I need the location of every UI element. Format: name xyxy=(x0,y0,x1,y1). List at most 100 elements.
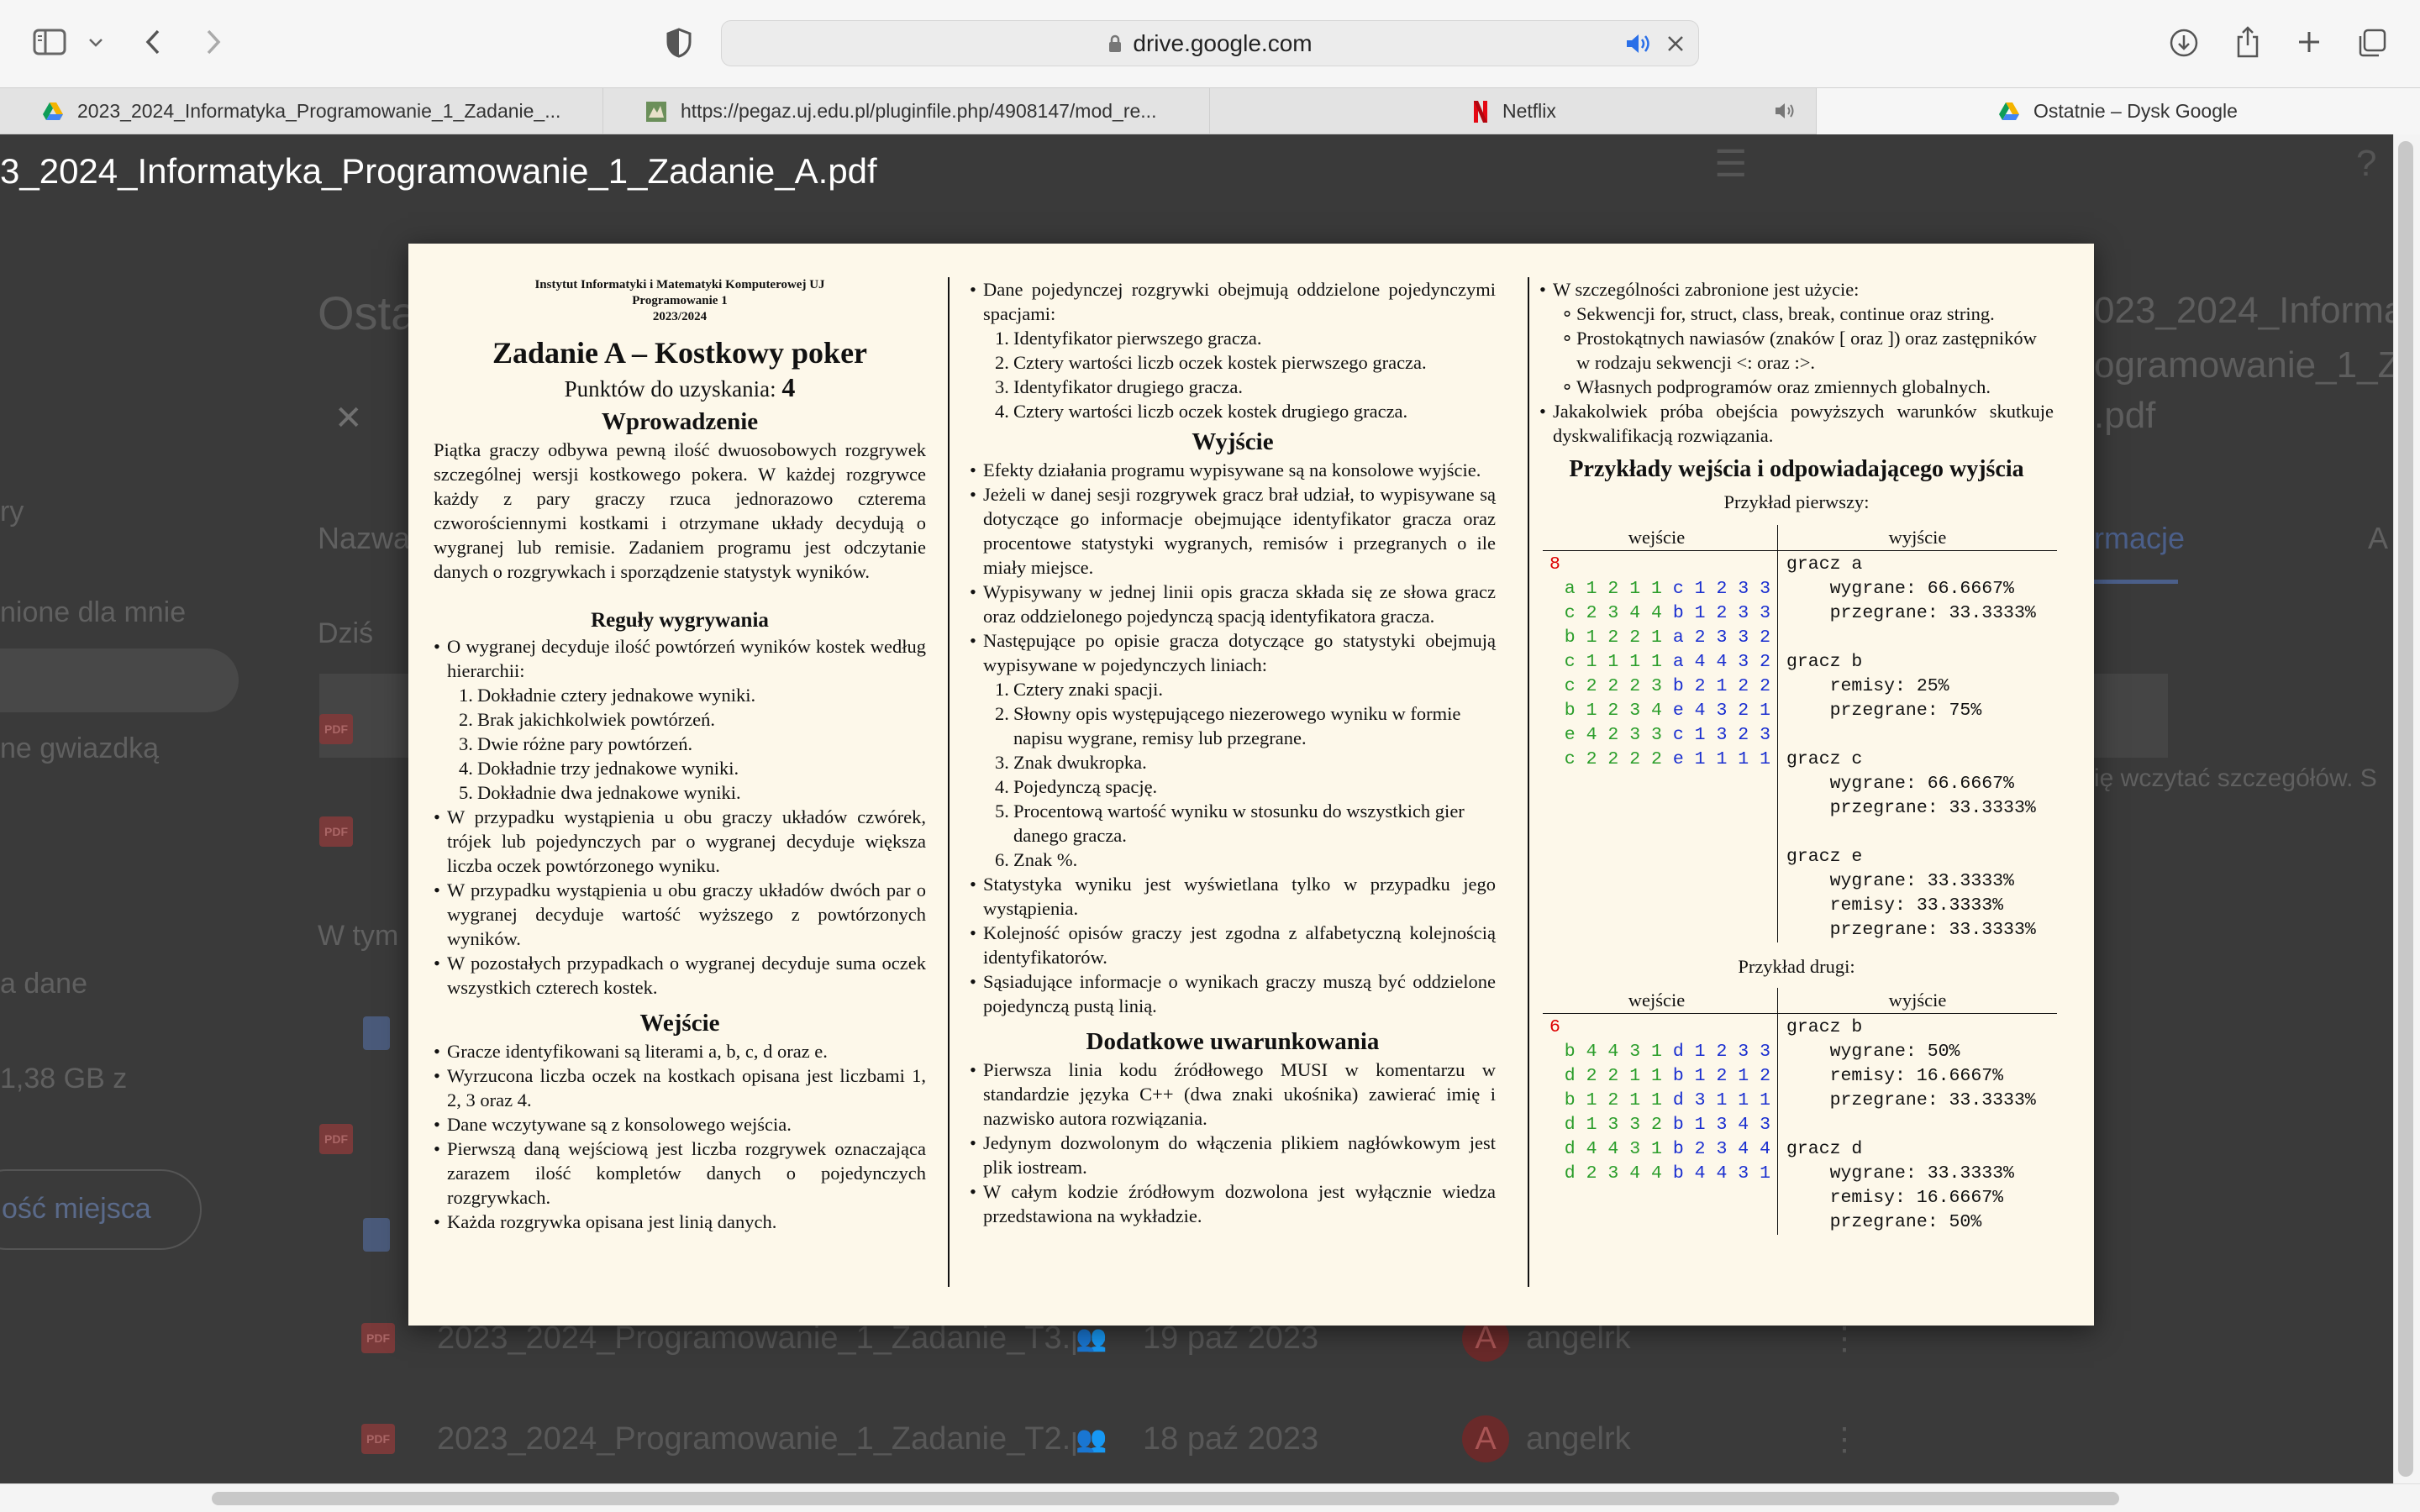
hier-item: 3. Dwie różne pary powtórzeń. xyxy=(459,733,693,754)
tab-netflix[interactable]: Netflix xyxy=(1210,88,1817,134)
additional-heading: Dodatkowe uwarunkowania xyxy=(1086,1028,1380,1055)
privacy-shield-icon[interactable] xyxy=(662,25,696,60)
help-icon[interactable]: ? xyxy=(2356,143,2376,185)
input-item: Każda rozgrywka opisana jest linią danyc… xyxy=(434,1210,926,1234)
pdf-file-icon: PDF xyxy=(361,1323,395,1353)
vertical-scroll-thumb[interactable] xyxy=(2398,141,2413,1477)
audio-playing-icon[interactable] xyxy=(1624,31,1653,56)
points-label: Punktów do uzyskania: xyxy=(564,376,776,402)
rules-heading: Reguły wygrywania xyxy=(591,609,769,632)
new-tab-icon[interactable] xyxy=(2292,25,2326,59)
filter-icon[interactable]: ☰ xyxy=(1714,143,1747,186)
sidebar-item-1[interactable]: ry xyxy=(0,496,24,528)
hier-item: 1. Dokładnie cztery jednakowe wyniki. xyxy=(459,685,756,706)
share-icon[interactable] xyxy=(2230,24,2265,60)
game-data-item: 1. Identyfikator pierwszego gracza. xyxy=(995,328,1262,349)
input-item: Wyrzucona liczba oczek na kostkach opisa… xyxy=(434,1063,926,1112)
output-item: Wypisywany w jednej linii opis gracza sk… xyxy=(970,580,1496,628)
get-storage-button[interactable]: ość miejsca xyxy=(0,1169,202,1250)
pdf-file-icon: PDF xyxy=(361,1424,395,1454)
tab-activity[interactable]: A xyxy=(2368,521,2388,556)
chevron-down-icon[interactable] xyxy=(84,30,108,55)
input-heading: Wejście xyxy=(639,1010,720,1037)
address-bar[interactable]: drive.google.com xyxy=(721,20,1699,66)
example-output: gracz a wygrane: 66.6667% przegrane: 33.… xyxy=(1786,554,2036,940)
speaker-icon[interactable] xyxy=(1774,101,1797,121)
pdf-file-icon: PDF xyxy=(319,714,353,744)
input-item: Gracze identyfikowani są literami a, b, … xyxy=(434,1039,926,1063)
sidebar-item-starred[interactable]: ne gwiazdką xyxy=(0,732,159,765)
forbidden-item: Własnych podprogramów oraz zmiennych glo… xyxy=(1539,375,2054,399)
column-output-header: wyjście xyxy=(1888,990,1947,1011)
examples-heading: Przykłady wejścia i odpowiadającego wyjś… xyxy=(1569,456,2024,482)
example-input-line: d 4 4 3 1 b 2 3 4 4 xyxy=(1564,1139,1770,1159)
output-item: Sąsiadujące informacje o wynikach graczy… xyxy=(970,969,1496,1018)
shared-icon: 👥 xyxy=(1076,1425,1107,1453)
pdf-file-icon: PDF xyxy=(319,1124,353,1154)
example-input-line: c 2 3 4 4 b 1 2 3 3 xyxy=(1564,603,1770,623)
tab-overview-icon[interactable] xyxy=(2354,25,2390,60)
lock-icon xyxy=(1109,34,1122,52)
sidebar-toggle-icon[interactable] xyxy=(30,25,69,59)
sidebar-item-active[interactable] xyxy=(0,648,239,712)
example-input-line: b 1 2 3 4 e 4 3 2 1 xyxy=(1564,701,1770,721)
sidebar-item-shared[interactable]: nione dla mnie xyxy=(0,596,186,629)
year-line: 2023/2024 xyxy=(652,310,708,323)
tab-drive-pdf[interactable]: 2023_2024_Informatyka_Programowanie_1_Za… xyxy=(0,88,603,134)
file-date: 18 paź 2023 xyxy=(1143,1420,1319,1457)
tab-details[interactable]: rmacje xyxy=(2094,521,2185,556)
example-input-line: a 1 2 1 1 c 1 2 3 3 xyxy=(1564,579,1770,599)
rule-item: W przypadku wystąpienia u obu graczy ukł… xyxy=(434,878,926,951)
example-input-line: b 1 2 2 1 a 2 3 3 2 xyxy=(1564,627,1770,648)
output-item: Kolejność opisów graczy jest zgodna z al… xyxy=(970,921,1496,969)
tab-label: 2023_2024_Informatyka_Programowanie_1_Za… xyxy=(77,100,561,122)
more-options-icon[interactable]: ⋮ xyxy=(1828,1420,1860,1458)
example-count: 6 xyxy=(1549,1017,1560,1037)
output-item: Następujące po opisie gracza dotyczące g… xyxy=(970,628,1496,677)
horizontal-scroll-thumb[interactable] xyxy=(212,1492,2119,1505)
example-input-line: b 1 2 1 1 d 3 1 1 1 xyxy=(1564,1090,1770,1110)
column-divider xyxy=(948,277,950,1287)
tab-pegaz[interactable]: https://pegaz.uj.edu.pl/pluginfile.php/4… xyxy=(603,88,1210,134)
sidebar-item-trash[interactable]: a dane xyxy=(0,968,87,1000)
download-icon[interactable] xyxy=(2166,25,2202,60)
shared-icon: 👥 xyxy=(1076,1324,1107,1352)
points-line: Punktów do uzyskania: 4 xyxy=(434,372,926,403)
game-data-item: 4. Cztery wartości liczb oczek kostek dru… xyxy=(995,401,1408,422)
stat-item: 3. Znak dwukropka. xyxy=(995,752,1147,773)
example-input-lines: b 4 4 3 1 d 1 2 3 3 d 2 2 1 1 b 1 2 1 2 b … xyxy=(1543,1040,1770,1186)
close-icon[interactable] xyxy=(1665,33,1686,55)
pdf-column-3: W szczególności zabronione jest użycie: … xyxy=(1539,277,2057,1235)
details-title-1: 023_2024_Informat xyxy=(2094,290,2393,331)
pdf-column-1: Instytut Informatyki i Matematyki Komput… xyxy=(434,277,926,1234)
back-icon[interactable] xyxy=(138,25,168,59)
tab-drive-recent[interactable]: Ostatnie – Dysk Google xyxy=(1817,88,2420,134)
column-input-header: wejście xyxy=(1543,525,1778,550)
example-input-line: c 2 2 2 2 e 1 1 1 1 xyxy=(1564,749,1770,769)
example-input-line: c 2 2 2 3 b 2 1 2 2 xyxy=(1564,676,1770,696)
column-output-header: wyjście xyxy=(1888,527,1947,548)
details-error: ię wczytać szczegółów. S xyxy=(2094,764,2377,792)
tab-bar: 2023_2024_Informatyka_Programowanie_1_Za… xyxy=(0,87,2420,134)
file-row[interactable]: PDF 2023_2024_Programowanie_1_Zadanie_T2… xyxy=(319,1393,2386,1483)
input-item: Pierwszą daną wejściową jest liczba rozg… xyxy=(434,1137,926,1210)
output-item: Statystyka wyniku jest wyświetlana tylko… xyxy=(970,872,1496,921)
file-owner: angelrk xyxy=(1526,1420,1631,1457)
rule-item: W przypadku wystąpienia u obu graczy ukł… xyxy=(434,805,926,878)
forward-icon[interactable] xyxy=(198,25,229,59)
tab-indicator xyxy=(2094,580,2178,584)
output-heading: Wyjście xyxy=(1192,428,1274,455)
browser-toolbar: drive.google.com xyxy=(0,0,2420,87)
example-1-table: wejście wyjście 8 a 1 2 1 1 c 1 2 3 3 c 2… xyxy=(1543,525,2057,942)
example-input-line: c 1 1 1 1 a 4 4 3 2 xyxy=(1564,652,1770,672)
doc-title: Zadanie A – Kostkowy poker xyxy=(492,336,868,370)
pdf-column-2: Dane pojedynczej rozgrywki obejmują oddz… xyxy=(970,277,1496,1228)
close-icon[interactable]: ✕ xyxy=(334,399,363,438)
input-item: Dane pojedynczej rozgrywki obejmują oddz… xyxy=(970,277,1496,326)
address-url: drive.google.com xyxy=(1133,29,1313,56)
additional-item: Pierwsza linia kodu źródłowego MUSI w ko… xyxy=(970,1058,1496,1131)
stat-item: 1. Cztery znaki spacji. xyxy=(995,679,1164,700)
additional-item: W szczególności zabronione jest użycie: xyxy=(1539,277,2054,302)
example-count: 8 xyxy=(1549,554,1560,575)
pdf-page: Instytut Informatyki i Matematyki Komput… xyxy=(408,244,2094,1326)
